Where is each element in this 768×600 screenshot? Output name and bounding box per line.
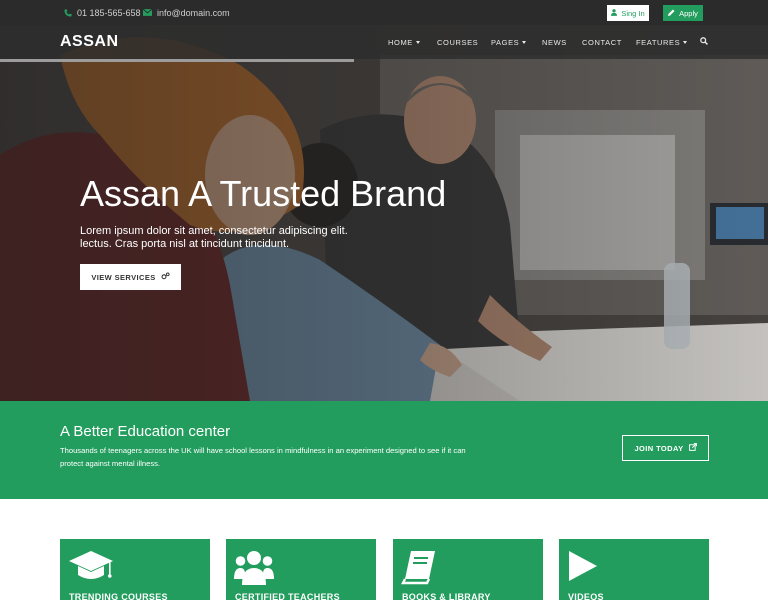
nav-label-home: HOME (388, 37, 413, 47)
cogs-icon (161, 272, 170, 282)
caret-down-icon (415, 40, 420, 44)
banner-title: A Better Education center (60, 423, 231, 440)
nav-label-pages: PAGES (491, 37, 520, 47)
apply-button[interactable]: Apply (663, 5, 703, 21)
nav-item-home[interactable]: HOME (388, 25, 420, 59)
top-bar: 01 185-565-658 info@domain.com Sing In A… (0, 0, 768, 25)
email-address: info@domain.com (157, 7, 230, 18)
nav-item-pages[interactable]: PAGES (491, 25, 527, 59)
page-progress-bar (0, 59, 354, 62)
card-label-books-library: BOOKS & LIBRARY (402, 592, 491, 600)
envelope-icon (143, 9, 152, 16)
email-contact[interactable]: info@domain.com (143, 0, 230, 25)
join-today-label: JOIN TODAY (634, 443, 684, 453)
search-button[interactable] (700, 25, 708, 59)
phone-number: 01 185-565-658 (77, 7, 141, 18)
view-services-label: VIEW SERVICES (91, 272, 156, 282)
banner-text-line2: protect against mental illness. (60, 459, 161, 468)
phone-icon (64, 8, 72, 17)
hero-text-line1: Lorem ipsum dolor sit amet, consectetur … (80, 225, 348, 237)
caret-down-icon (522, 40, 527, 44)
phone-contact[interactable]: 01 185-565-658 (64, 0, 141, 25)
search-icon (700, 37, 708, 47)
sign-in-button[interactable]: Sing In (607, 5, 649, 21)
sign-in-label: Sing In (621, 8, 645, 18)
apply-label: Apply (679, 8, 698, 18)
card-label-certified-teachers: CERTIFIED TEACHERS (235, 592, 340, 600)
book-icon (401, 549, 437, 590)
site-logo[interactable]: ASSAN (60, 33, 119, 51)
nav-item-features[interactable]: FEATURES (636, 25, 688, 59)
card-label-videos: VIDEOS (568, 592, 604, 600)
external-link-icon (688, 443, 697, 453)
card-books-library[interactable]: BOOKS & LIBRARY (393, 539, 543, 600)
nav-item-news[interactable]: NEWS (542, 25, 567, 59)
card-trending-courses[interactable]: TRENDING COURSES (60, 539, 210, 600)
nav-label-news: NEWS (542, 37, 567, 47)
nav-item-contact[interactable]: CONTACT (582, 25, 622, 59)
education-banner: A Better Education center Thousands of t… (0, 401, 768, 499)
banner-text-line1: Thousands of teenagers across the UK wil… (60, 446, 466, 455)
pencil-icon (668, 9, 675, 18)
view-services-button[interactable]: VIEW SERVICES (80, 264, 181, 290)
nav-label-courses: COURSES (437, 37, 479, 47)
nav-label-features: FEATURES (636, 37, 681, 47)
card-label-trending-courses: TRENDING COURSES (69, 592, 168, 600)
hero-section: ASSAN HOME COURSES PAGES NEWS CONTACT FE… (0, 25, 768, 401)
play-icon (567, 549, 599, 588)
nav-label-contact: CONTACT (582, 37, 622, 47)
user-icon (611, 8, 618, 18)
caret-down-icon (683, 40, 688, 44)
card-videos[interactable]: VIDEOS (559, 539, 709, 600)
graduation-cap-icon (68, 549, 114, 588)
nav-item-courses[interactable]: COURSES (437, 25, 478, 59)
hero-title: Assan A Trusted Brand (80, 173, 447, 214)
join-today-button[interactable]: JOIN TODAY (622, 435, 709, 461)
card-certified-teachers[interactable]: CERTIFIED TEACHERS (226, 539, 376, 600)
hero-text-line2: lectus. Cras porta nisl at tincidunt tin… (80, 238, 290, 250)
users-icon (234, 549, 274, 592)
